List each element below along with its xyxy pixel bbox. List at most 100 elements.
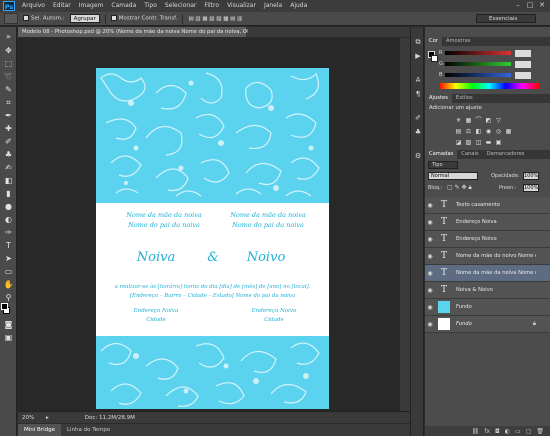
layer-row[interactable]: ◉ T Nome da mãe do noivo Nome do... — [425, 248, 550, 265]
layer-name[interactable]: Fundo — [456, 321, 536, 327]
menu-tipo[interactable]: Tipo — [140, 0, 161, 12]
move-tool-icon[interactable]: ✥ — [3, 45, 14, 56]
shape-tool-icon[interactable]: ▭ — [3, 266, 14, 277]
workspace-dropdown[interactable]: Essenciais — [476, 14, 536, 23]
vertical-scrollbar[interactable] — [400, 38, 410, 411]
visibility-eye-icon[interactable]: ◉ — [425, 321, 435, 328]
collapse-icon[interactable]: » — [3, 31, 14, 42]
tab-layers[interactable]: Camadas — [425, 150, 458, 159]
visibility-eye-icon[interactable]: ◉ — [425, 202, 435, 209]
history-panel-icon[interactable]: ⧉ — [413, 37, 423, 47]
visibility-eye-icon[interactable]: ◉ — [425, 287, 435, 294]
layer-row[interactable]: ◉ T Endereço Noivo — [425, 231, 550, 248]
vibrance-icon[interactable]: ▽ — [495, 117, 502, 124]
blend-mode-dropdown[interactable]: Normal — [428, 172, 478, 180]
layer-name[interactable]: Nome da mãe da noiva Nome do... — [456, 270, 536, 276]
color-balance-icon[interactable]: ⚖ — [465, 128, 472, 135]
minimize-button[interactable]: – — [513, 1, 523, 10]
layer-row-selected[interactable]: ◉ T Nome da mãe da noiva Nome do... — [425, 265, 550, 282]
history-brush-tool-icon[interactable]: ✍ — [3, 162, 14, 173]
green-value[interactable] — [515, 60, 531, 68]
blue-value[interactable] — [515, 71, 531, 79]
tab-mini-bridge[interactable]: Mini Bridge — [18, 424, 61, 436]
pen-tool-icon[interactable]: ✑ — [3, 227, 14, 238]
quick-select-tool-icon[interactable]: ✎ — [3, 84, 14, 95]
menu-ajuda[interactable]: Ajuda — [286, 0, 311, 12]
ceremony-details-line2[interactable]: [Endereço – Bairro – Cidade – Estado] No… — [100, 293, 325, 299]
layer-name[interactable]: Endereço Noivo — [456, 236, 536, 242]
add-mask-icon[interactable]: ◘ — [495, 428, 500, 435]
brush-tool-icon[interactable]: ✐ — [3, 136, 14, 147]
color-lookup-icon[interactable]: ▦ — [505, 128, 512, 135]
document-tab[interactable]: Modelo 08 - Photoshop.psd @ 20% (Nome da… — [18, 27, 246, 37]
fill-input[interactable]: 100% — [523, 184, 539, 192]
exposure-icon[interactable]: ◩ — [485, 117, 492, 124]
layer-filter-dropdown[interactable]: Tipo — [428, 161, 458, 169]
eraser-tool-icon[interactable]: ◧ — [3, 175, 14, 186]
groom-name[interactable]: Noivo — [236, 250, 296, 265]
invert-icon[interactable]: ◪ — [455, 139, 462, 146]
marquee-tool-icon[interactable]: ⬚ — [3, 58, 14, 69]
new-layer-icon[interactable]: ▢ — [526, 428, 532, 435]
paragraph-panel-icon[interactable]: ¶ — [413, 89, 423, 99]
brush-panel-icon[interactable]: ✐ — [413, 113, 423, 123]
photo-filter-icon[interactable]: ◉ — [485, 128, 492, 135]
align-icons[interactable]: ▤ ▥ ▦ ▧ ▨ ▩ ▤ ▥ — [188, 16, 242, 22]
hand-tool-icon[interactable]: ✋ — [3, 279, 14, 290]
actions-panel-icon[interactable]: ▶ — [413, 51, 423, 61]
lock-icons[interactable]: ▢ ✎ ✥ 🔒︎ — [447, 184, 472, 192]
screen-mode-icon[interactable]: ▣ — [3, 332, 14, 343]
black-white-icon[interactable]: ◧ — [475, 128, 482, 135]
tab-timeline[interactable]: Linha do Tempo — [61, 424, 116, 436]
menu-janela[interactable]: Janela — [260, 0, 286, 12]
menu-arquivo[interactable]: Arquivo — [18, 0, 49, 12]
layer-row[interactable]: ◉ Fundo 🔒︎ — [425, 316, 550, 333]
red-gradient[interactable] — [445, 51, 511, 55]
selective-color-icon[interactable]: ▣ — [495, 139, 502, 146]
posterize-icon[interactable]: ▨ — [465, 139, 472, 146]
menu-filtro[interactable]: Filtro — [200, 0, 223, 12]
layer-name[interactable]: Noiva & Noivo — [456, 287, 536, 293]
red-value[interactable] — [515, 49, 531, 57]
visibility-eye-icon[interactable]: ◉ — [425, 253, 435, 260]
gradient-map-icon[interactable]: ▬ — [485, 139, 492, 146]
groom-address-city[interactable]: Cidade — [234, 317, 314, 323]
red-slider[interactable]: R — [439, 49, 539, 57]
bride-name[interactable]: Noiva — [126, 250, 186, 265]
path-select-tool-icon[interactable]: ➤ — [3, 253, 14, 264]
layer-name[interactable]: Fundo — [456, 304, 536, 310]
hue-saturation-icon[interactable]: ▤ — [455, 128, 462, 135]
tool-preset-picker[interactable] — [4, 13, 18, 24]
auto-select-option[interactable]: Sel. Autom.: — [23, 15, 65, 22]
channel-mixer-icon[interactable]: ◎ — [495, 128, 502, 135]
menu-selecionar[interactable]: Selecionar — [161, 0, 200, 12]
close-button[interactable]: ✕ — [537, 1, 547, 10]
background-color-chip[interactable] — [431, 55, 438, 62]
layer-row[interactable]: ◉ T Texto casamento — [425, 197, 550, 214]
character-panel-icon[interactable]: A — [413, 75, 423, 85]
show-transform-checkbox[interactable] — [110, 15, 117, 22]
tab-color[interactable]: Cor — [425, 37, 442, 46]
menu-camada[interactable]: Camada — [107, 0, 140, 12]
brightness-icon[interactable]: ☀ — [455, 117, 462, 124]
ceremony-details-line1[interactable]: a realizar-se às [horário] horas do dia … — [100, 284, 325, 290]
opacity-input[interactable]: 100% — [523, 172, 539, 180]
adjustment-layer-icon[interactable]: ◐ — [505, 428, 510, 435]
layer-name[interactable]: Endereço Noiva — [456, 219, 536, 225]
delete-layer-icon[interactable]: 🗑︎ — [536, 428, 544, 435]
new-group-icon[interactable]: ▭ — [515, 428, 521, 435]
menu-visualizar[interactable]: Visualizar — [223, 0, 260, 12]
green-gradient[interactable] — [445, 62, 511, 66]
type-tool-icon[interactable]: T — [3, 240, 14, 251]
tool-presets-panel-icon[interactable]: ⚙ — [413, 151, 423, 161]
layer-row[interactable]: ◉ Fundo — [425, 299, 550, 316]
crop-tool-icon[interactable]: ⌗ — [3, 97, 14, 108]
tab-styles[interactable]: Estilos — [452, 94, 477, 103]
auto-select-dropdown[interactable]: Agrupar — [69, 14, 100, 23]
clone-source-panel-icon[interactable]: ♣ — [413, 127, 423, 137]
green-slider[interactable]: G — [439, 60, 539, 68]
quick-mask-icon[interactable]: ◙ — [3, 319, 14, 330]
zoom-tool-icon[interactable]: ⚲ — [3, 292, 14, 303]
tab-adjustments[interactable]: Ajustes — [425, 94, 452, 103]
eyedropper-tool-icon[interactable]: ✒ — [3, 110, 14, 121]
